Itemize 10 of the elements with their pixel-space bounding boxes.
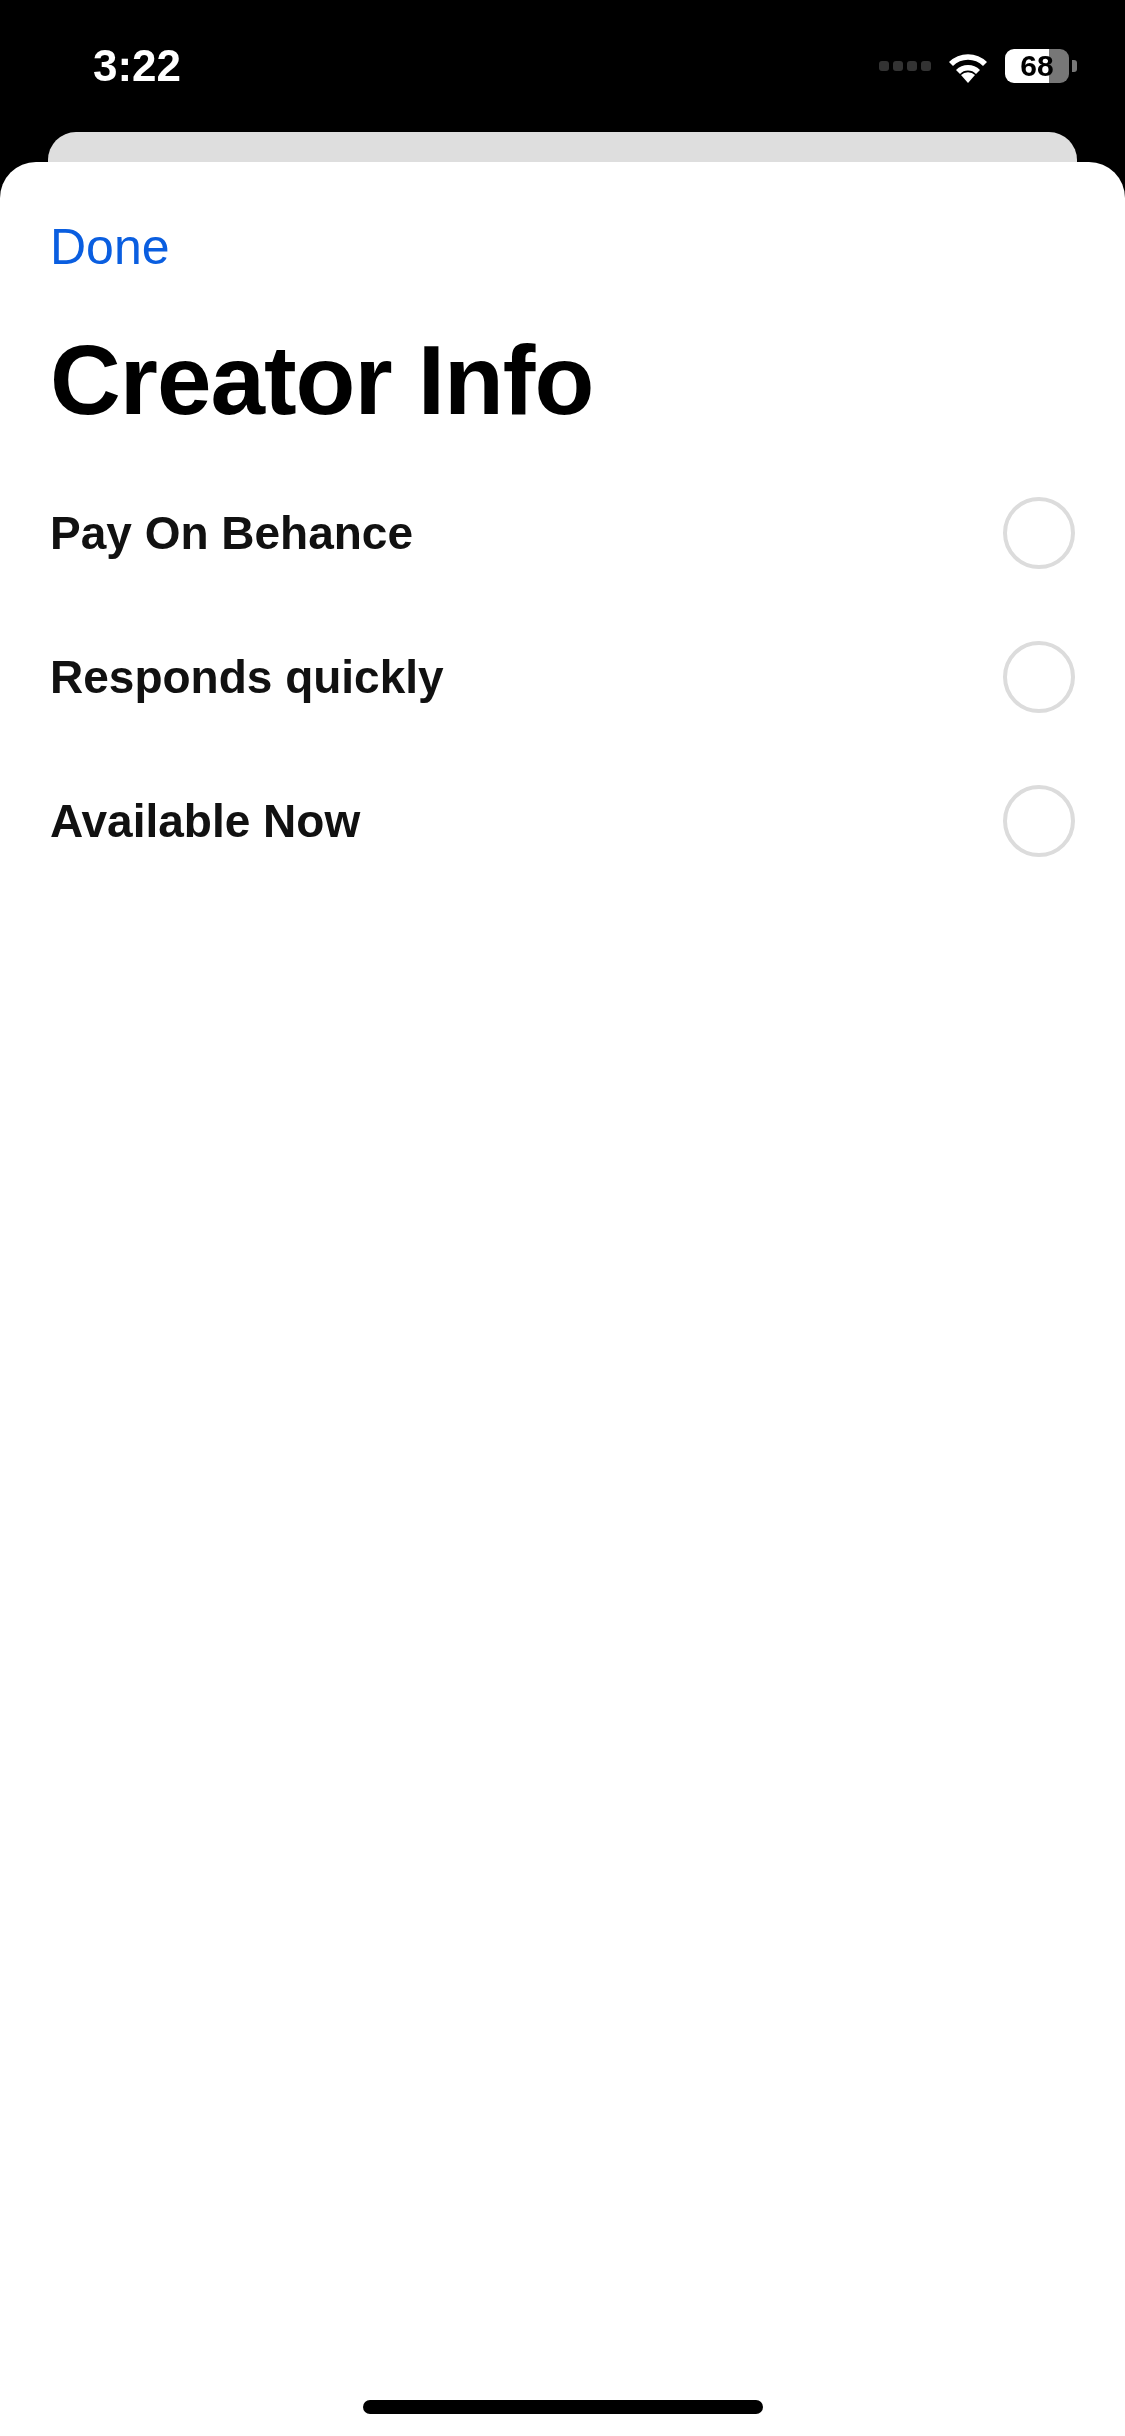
option-checkbox[interactable] — [1003, 785, 1075, 857]
sheet-title: Creator Info — [50, 324, 595, 437]
status-time: 3:22 — [93, 41, 182, 91]
signal-icon — [879, 59, 931, 73]
option-checkbox[interactable] — [1003, 641, 1075, 713]
option-checkbox[interactable] — [1003, 497, 1075, 569]
option-label: Pay On Behance — [50, 506, 414, 560]
option-label: Available Now — [50, 794, 361, 848]
done-button[interactable]: Done — [50, 218, 170, 276]
option-label: Responds quickly — [50, 650, 444, 704]
